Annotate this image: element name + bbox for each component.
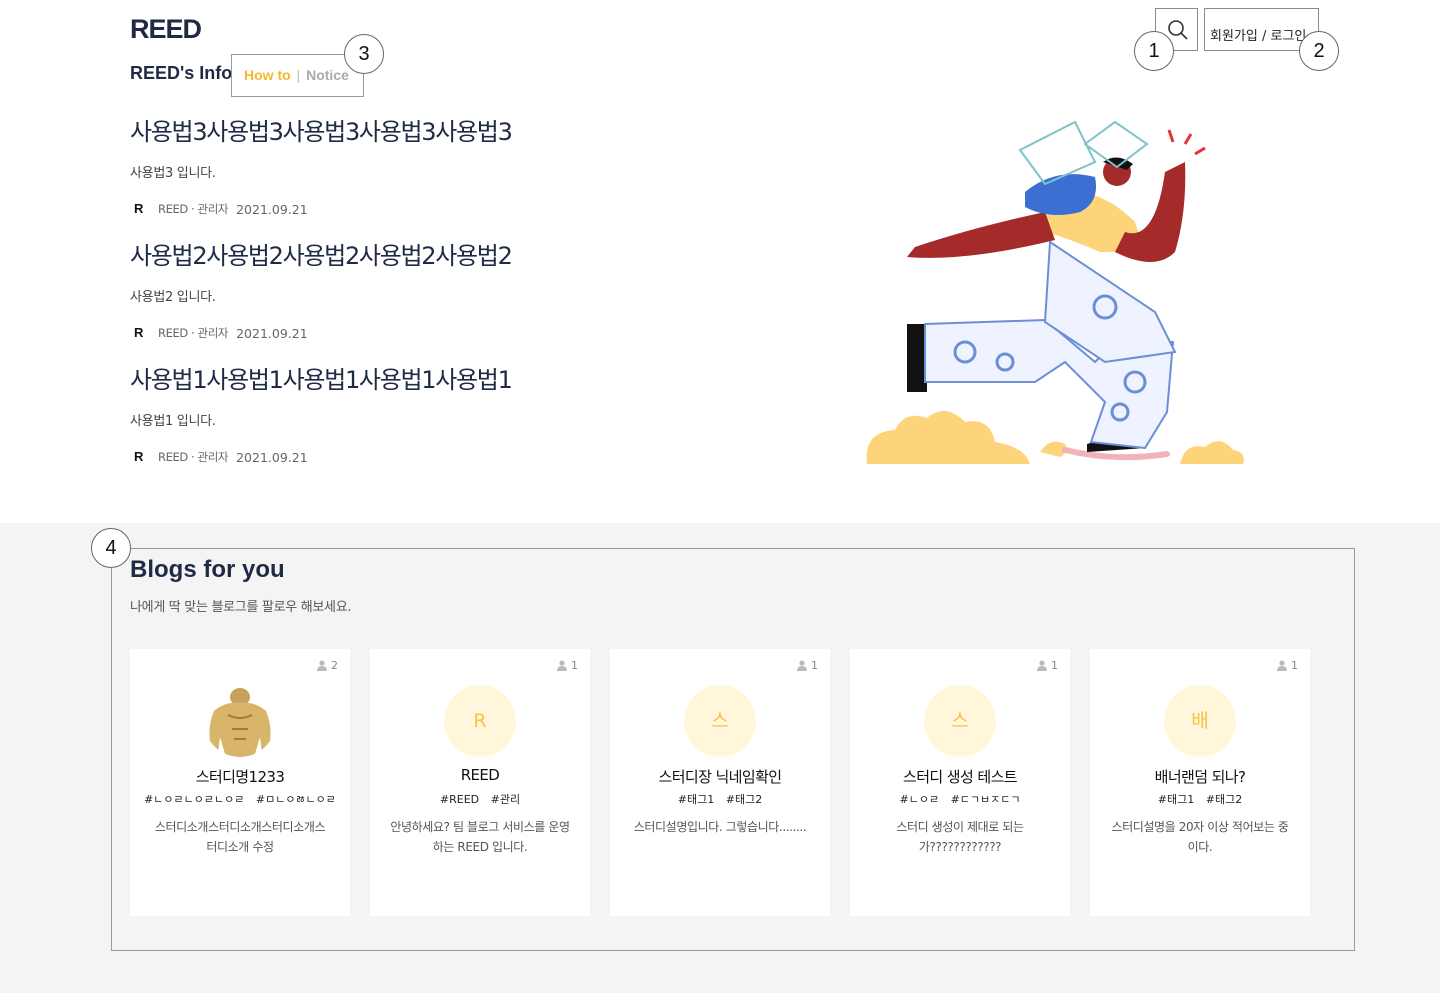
blog-tags: #ㄴㅇㄹㄴㅇㄹㄴㅇㄹ #ㅁㄴㅇㅀㄴㅇㄹ	[130, 791, 350, 807]
user-icon	[557, 660, 567, 671]
post-date: 2021.09.21	[236, 449, 308, 465]
post-date: 2021.09.21	[236, 201, 308, 217]
blog-tag[interactable]: #태그2	[726, 793, 762, 806]
blog-avatar: 스	[684, 685, 756, 757]
blog-avatar-image	[209, 688, 271, 757]
blog-avatar: 스	[924, 685, 996, 757]
follower-count: 1	[556, 659, 578, 672]
blogs-section-subtitle: 나에게 딱 맞는 블로그를 팔로우 해보세요.	[130, 600, 352, 615]
info-section-title: REED's Info	[130, 63, 233, 83]
blog-tag[interactable]: #태그2	[1206, 793, 1242, 806]
post-item: 사용법3사용법3사용법3사용법3사용법3 사용법3 입니다. R REED · …	[130, 112, 730, 217]
blog-tag[interactable]: #관리	[491, 793, 520, 806]
blog-card[interactable]: 2 스터디명1233 #ㄴㅇㄹㄴㅇㄹㄴㅇㄹ #ㅁㄴㅇㅀㄴㅇㄹ 스터디소개스터디소…	[130, 649, 350, 916]
blog-tags: #ㄴㅇㄹ #ㄷㄱㅂㅈㄷㄱ	[850, 791, 1070, 807]
info-tabs: How to | Notice	[231, 54, 364, 97]
author-logo-icon: R	[134, 449, 144, 464]
blog-tag[interactable]: #ㄷㄱㅂㅈㄷㄱ	[951, 793, 1021, 806]
blog-name: 스터디장 닉네임확인	[658, 768, 783, 786]
blog-card[interactable]: 1 스 스터디 생성 테스트 #ㄴㅇㄹ #ㄷㄱㅂㅈㄷㄱ 스터디 생성이 제대로 …	[850, 649, 1070, 916]
blog-tag[interactable]: #태그1	[678, 793, 714, 806]
blog-tag[interactable]: #ㄴㅇㄹㄴㅇㄹㄴㅇㄹ	[144, 793, 244, 806]
post-title[interactable]: 사용법2사용법2사용법2사용법2사용법2	[130, 236, 730, 271]
blog-tag[interactable]: #ㅁㄴㅇㅀㄴㅇㄹ	[256, 793, 336, 806]
post-description: 사용법1 입니다.	[130, 414, 216, 429]
reed-logo[interactable]: REED	[130, 14, 202, 45]
blog-tag[interactable]: #ㄴㅇㄹ	[899, 793, 939, 806]
post-item: 사용법2사용법2사용법2사용법2사용법2 사용법2 입니다. R REED · …	[130, 236, 730, 341]
follower-count-value: 1	[811, 659, 818, 672]
hero-illustration	[866, 120, 1244, 464]
follower-count-value: 1	[571, 659, 578, 672]
blog-card[interactable]: 1 R REED #REED #관리 안녕하세요? 팀 블로그 서비스를 운영하…	[370, 649, 590, 916]
blog-name: 스터디명1233	[195, 768, 285, 786]
post-date: 2021.09.21	[236, 325, 308, 341]
blog-description: 안녕하세요? 팀 블로그 서비스를 운영하는 REED 입니다.	[390, 820, 570, 854]
post-meta: R REED · 관리자 2021.09.21	[130, 201, 730, 217]
blog-tag[interactable]: #REED	[440, 793, 479, 806]
post-title[interactable]: 사용법1사용법1사용법1사용법1사용법1	[130, 360, 730, 395]
annotation-marker-3: 3	[344, 34, 384, 74]
follower-count-value: 1	[1051, 659, 1058, 672]
search-icon	[1168, 20, 1188, 40]
blog-avatar: R	[444, 685, 516, 757]
blog-description: 스터디설명입니다. 그렇습니다........	[633, 820, 807, 834]
follower-count: 1	[1036, 659, 1058, 672]
blog-name: REED	[460, 766, 500, 784]
blog-description: 스터디소개스터디소개스터디소개스터디소개 수정	[154, 820, 326, 854]
blog-avatar: 배	[1164, 685, 1236, 757]
follower-count: 1	[1276, 659, 1298, 672]
blog-name: 스터디 생성 테스트	[903, 768, 1018, 786]
author-logo-icon: R	[134, 325, 144, 340]
annotation-marker-2: 2	[1299, 31, 1339, 71]
blog-tags: #REED #관리	[370, 791, 590, 807]
post-author: REED · 관리자	[158, 450, 229, 464]
follower-count-value: 1	[1291, 659, 1298, 672]
follower-count: 2	[316, 659, 338, 672]
blog-description: 스터디설명을 20자 이상 적어보는 중이다.	[1111, 820, 1289, 854]
annotation-marker-1: 1	[1134, 31, 1174, 71]
post-description: 사용법3 입니다.	[130, 166, 216, 181]
post-meta: R REED · 관리자 2021.09.21	[130, 449, 730, 465]
tab-separator: |	[296, 67, 301, 83]
post-author: REED · 관리자	[158, 326, 229, 340]
blog-card[interactable]: 1 스 스터디장 닉네임확인 #태그1 #태그2 스터디설명입니다. 그렇습니다…	[610, 649, 830, 916]
post-title[interactable]: 사용법3사용법3사용법3사용법3사용법3	[130, 112, 730, 147]
blog-tags: #태그1 #태그2	[610, 791, 830, 807]
user-icon	[1277, 660, 1287, 671]
follower-count: 1	[796, 659, 818, 672]
tab-notice[interactable]: Notice	[306, 67, 349, 83]
post-description: 사용법2 입니다.	[130, 290, 216, 305]
annotation-marker-4: 4	[91, 528, 131, 568]
blog-name: 배너랜덤 되나?	[1154, 768, 1246, 786]
blogs-section-title: Blogs for you	[130, 556, 285, 583]
blog-tags: #태그1 #태그2	[1090, 791, 1310, 807]
follower-count-value: 2	[331, 659, 338, 672]
blog-description: 스터디 생성이 제대로 되는가????????????	[896, 820, 1024, 854]
author-logo-icon: R	[134, 201, 144, 216]
tab-how-to[interactable]: How to	[244, 67, 291, 83]
blog-card[interactable]: 1 배 배너랜덤 되나? #태그1 #태그2 스터디설명을 20자 이상 적어보…	[1090, 649, 1310, 916]
user-icon	[797, 660, 807, 671]
user-icon	[317, 660, 327, 671]
post-meta: R REED · 관리자 2021.09.21	[130, 325, 730, 341]
post-item: 사용법1사용법1사용법1사용법1사용법1 사용법1 입니다. R REED · …	[130, 360, 730, 465]
post-author: REED · 관리자	[158, 202, 229, 216]
blog-tag[interactable]: #태그1	[1158, 793, 1194, 806]
user-icon	[1037, 660, 1047, 671]
